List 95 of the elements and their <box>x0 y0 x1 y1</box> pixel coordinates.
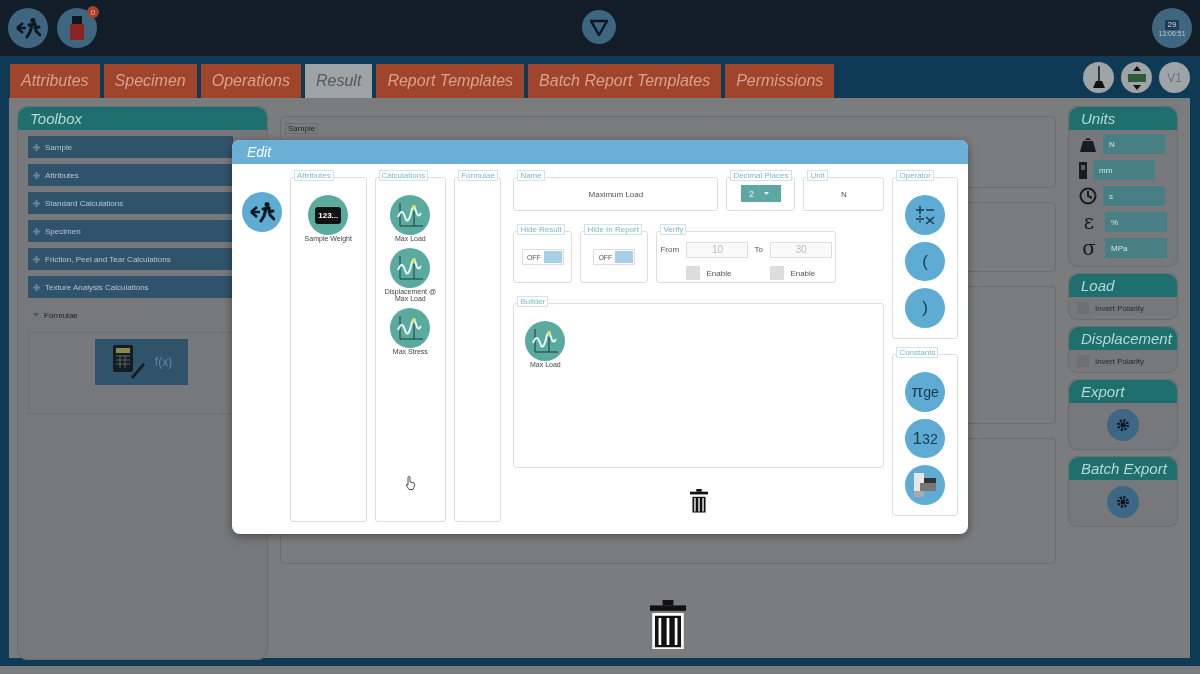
plus-icon <box>33 199 40 207</box>
option-label: Invert Polarity <box>1095 356 1144 366</box>
group-label: Attributes <box>294 170 334 181</box>
unit-field[interactable]: Unit N <box>803 170 885 211</box>
exit-button[interactable] <box>242 192 282 232</box>
to-label: To <box>754 245 763 255</box>
expand-icon <box>1125 65 1148 90</box>
unit-symbol: ε <box>1082 212 1096 232</box>
settings-button[interactable] <box>1107 409 1139 441</box>
plus-icon <box>33 255 40 263</box>
decimal-dropdown[interactable]: 2 <box>740 185 781 202</box>
usb-drive-icon <box>70 16 84 40</box>
chart-icon <box>525 321 566 361</box>
toolbox-item[interactable]: Formulae <box>28 304 233 326</box>
group-label: Operator <box>896 170 934 181</box>
tab[interactable]: Report Templates <box>376 64 525 98</box>
settings-button[interactable] <box>1107 486 1139 518</box>
chart-icon <box>390 195 431 235</box>
tab[interactable]: Attributes <box>10 64 100 98</box>
tab[interactable]: Result <box>305 64 373 98</box>
plus-icon <box>33 171 40 179</box>
weight-icon <box>1079 136 1097 152</box>
clock-icon <box>1079 187 1097 205</box>
constant-button[interactable]: ( <box>905 241 946 282</box>
chart-icon <box>390 308 431 348</box>
usb-button[interactable]: 0 <box>57 8 97 48</box>
image-button[interactable] <box>905 465 946 505</box>
logo-icon <box>582 10 616 44</box>
checkbox-label: Enable <box>790 268 816 278</box>
checkbox[interactable] <box>770 266 785 281</box>
toolbox-item[interactable]: Specimen <box>28 220 233 242</box>
unit-dropdown[interactable]: MPa <box>1105 238 1167 258</box>
plus-icon <box>33 283 40 291</box>
constant-button[interactable]: ) <box>905 288 946 328</box>
field-label: Name <box>517 170 545 181</box>
operators-button[interactable] <box>905 195 946 235</box>
broom-icon <box>1092 65 1105 90</box>
panel-title: Batch Export <box>1069 457 1177 480</box>
settings-icon <box>1116 495 1130 509</box>
settings-icon <box>1116 418 1130 432</box>
field-label: Hide In Report <box>584 224 642 235</box>
trash-icon[interactable] <box>650 600 686 649</box>
chart-icon <box>390 248 431 288</box>
from-label: From <box>660 245 680 255</box>
field-label: Decimal Places <box>730 170 792 181</box>
broom-button[interactable] <box>1083 62 1114 93</box>
checkbox[interactable] <box>686 266 701 281</box>
exit-icon <box>15 17 41 39</box>
panel-title: Displacement <box>1069 327 1177 350</box>
field-value: Maximum Load <box>588 189 644 199</box>
toolbox-item[interactable]: Attributes <box>28 164 233 186</box>
field-label: Verify <box>660 224 687 235</box>
tab[interactable]: Permissions <box>725 64 835 98</box>
panel-title: Units <box>1069 107 1177 130</box>
unit-dropdown[interactable]: % <box>1105 212 1167 232</box>
name-field[interactable]: Name Maximum Load <box>513 170 719 211</box>
exit-icon <box>249 201 275 223</box>
field-label: Unit <box>807 170 828 181</box>
field-value: N <box>841 189 847 199</box>
unit-dropdown[interactable]: mm <box>1093 160 1155 180</box>
group-label: Formulae <box>458 170 498 181</box>
plus-icon <box>33 143 40 151</box>
dialog-title: Edit <box>232 140 968 164</box>
calendar-day: 29 <box>1164 19 1180 30</box>
collapse-icon <box>33 313 39 317</box>
toolbox-item[interactable]: Standard Calculations <box>28 192 233 214</box>
calculator-icon <box>110 345 145 379</box>
toolbox-item[interactable]: Friction, Peel and Tear Calculations <box>28 248 233 270</box>
group-label: Calculations <box>378 170 429 181</box>
tab[interactable]: Batch Report Templates <box>528 64 722 98</box>
tab[interactable]: Specimen <box>103 64 197 98</box>
unit-dropdown[interactable]: N <box>1103 134 1165 154</box>
image-icon <box>914 473 937 498</box>
field-label: Builder <box>517 296 549 307</box>
checkbox-label: Enable <box>706 268 732 278</box>
panel-title: Load <box>1069 274 1177 297</box>
group-label: Constants <box>896 347 939 358</box>
toolbox-item[interactable]: Sample <box>28 136 233 158</box>
unit-dropdown[interactable]: s <box>1103 186 1165 206</box>
hand-cursor-icon <box>404 476 416 490</box>
panel-title: Export <box>1069 380 1177 403</box>
resize-button[interactable] <box>1121 62 1152 93</box>
notification-badge: 0 <box>87 6 99 18</box>
caret-icon <box>763 192 769 195</box>
unit-symbol: σ <box>1081 238 1097 258</box>
field-label: Hide Result <box>517 224 565 235</box>
number-icon: 123... <box>308 195 349 235</box>
operators-icon <box>915 204 936 225</box>
plus-icon <box>33 227 40 235</box>
tab[interactable]: Operations <box>200 64 301 98</box>
panel-title: Toolbox <box>18 107 267 130</box>
option-label: Invert Polarity <box>1095 303 1144 313</box>
toolbox-item[interactable]: Texture Analysis Calculations <box>28 276 233 298</box>
section-label: Sample <box>285 123 319 134</box>
trash-icon[interactable] <box>689 489 708 514</box>
